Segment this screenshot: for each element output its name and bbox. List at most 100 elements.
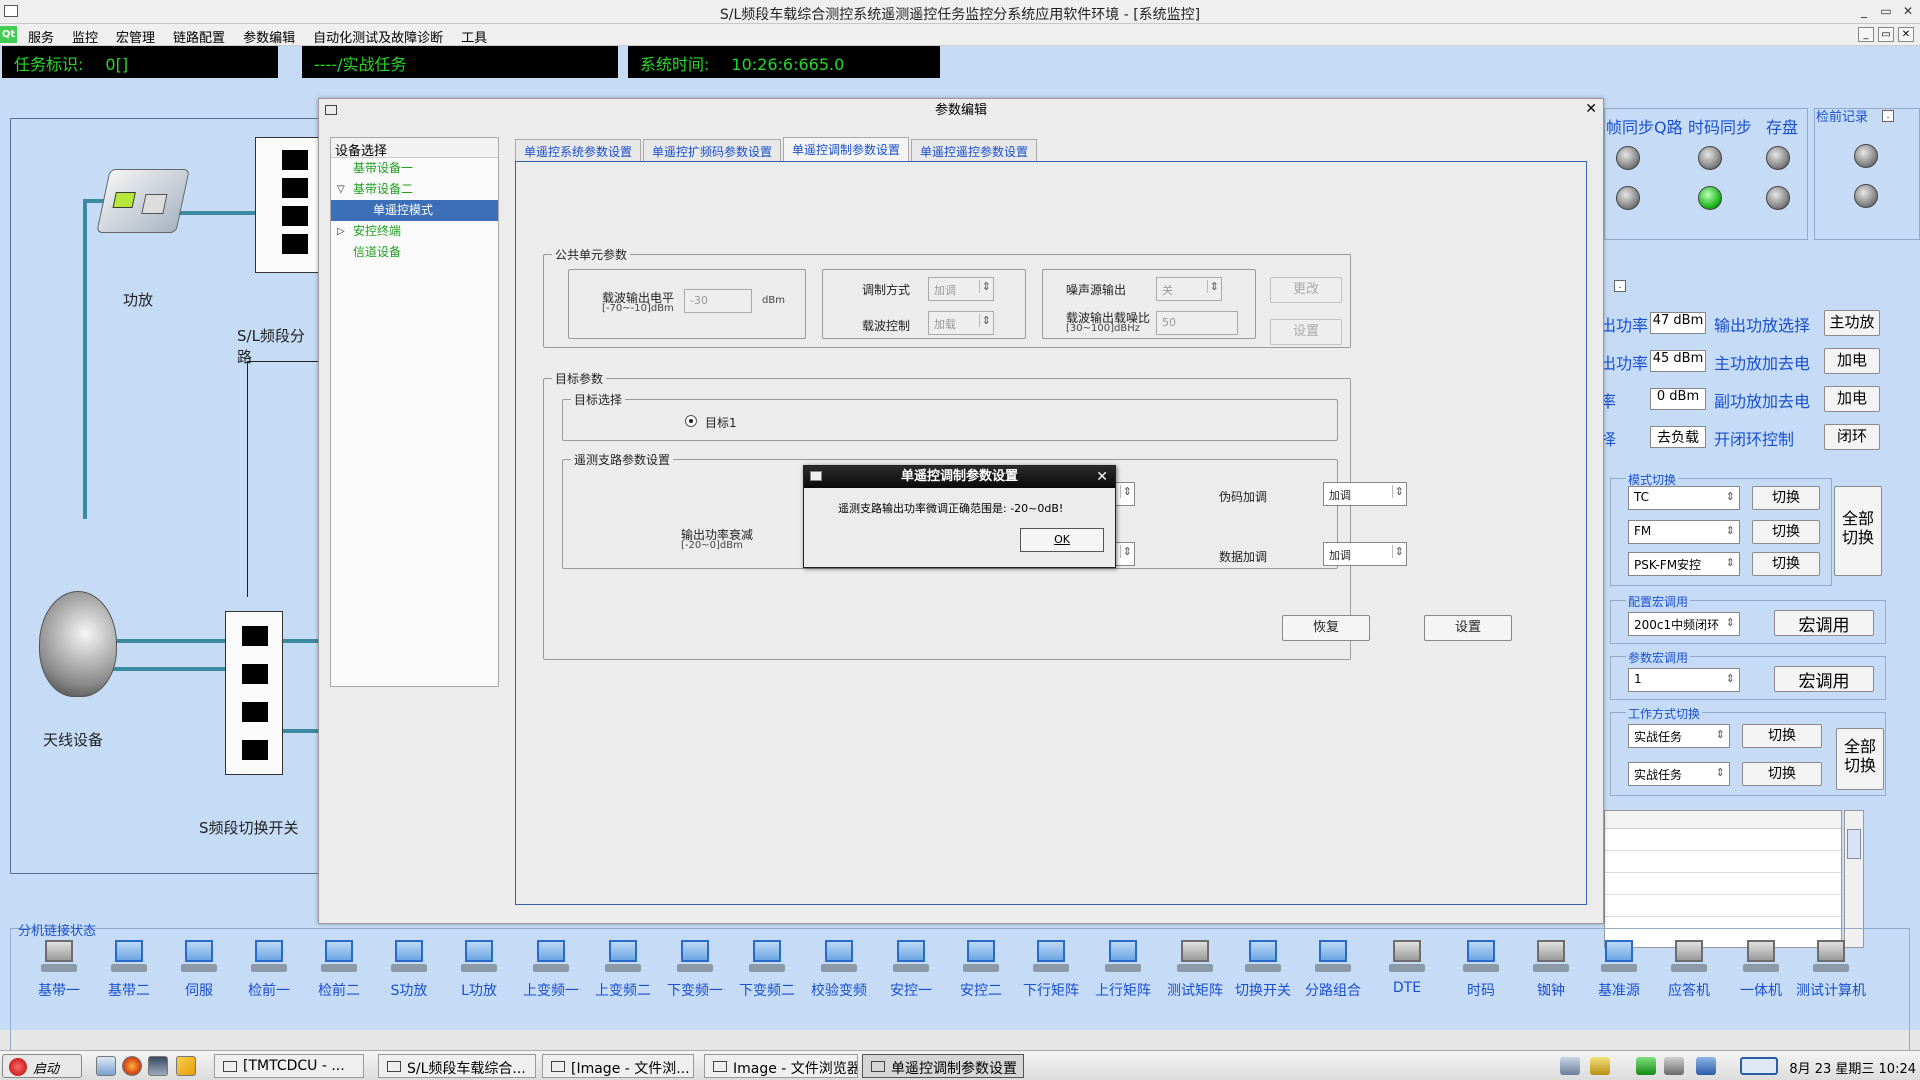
mode-switch-button-1[interactable]: 切换: [1752, 486, 1820, 510]
mdi-close-button[interactable]: ✕: [1898, 27, 1914, 42]
link-node[interactable]: 校验变频: [804, 940, 874, 1000]
target-set-button[interactable]: 设置: [1424, 615, 1512, 641]
menu-auto-test[interactable]: 自动化测试及故障诊断: [313, 27, 443, 46]
work-mode-switch-button-2[interactable]: 切换: [1742, 762, 1822, 786]
taskbar-btn-image-viewer-1[interactable]: [Image - 文件浏...: [542, 1054, 694, 1078]
message-box-close-button[interactable]: ✕: [1096, 466, 1108, 488]
expand-down-icon[interactable]: ▽: [337, 179, 345, 200]
tab-telecommand-params[interactable]: 单遥控遥控参数设置: [911, 139, 1038, 161]
link-node[interactable]: 伺服: [164, 940, 234, 1000]
link-node[interactable]: 时码: [1446, 940, 1516, 1000]
link-node[interactable]: 切换开关: [1228, 940, 1298, 1000]
menu-param-edit[interactable]: 参数编辑: [243, 27, 295, 46]
power-panel-toggle[interactable]: .: [1614, 280, 1626, 292]
tree-item-single-tc-mode[interactable]: 单遥控模式: [331, 200, 498, 221]
cn0-input[interactable]: 50: [1156, 311, 1238, 335]
work-mode-combo-1[interactable]: 实战任务: [1628, 724, 1730, 748]
link-node[interactable]: 安控二: [946, 940, 1016, 1000]
main-amp-power-button[interactable]: 加电: [1824, 348, 1880, 374]
clipboard-tray-icon[interactable]: [1590, 1057, 1610, 1075]
tab-modulation-params[interactable]: 单遥控调制参数设置: [783, 137, 910, 161]
link-node[interactable]: 上行矩阵: [1088, 940, 1158, 1000]
config-macro-combo[interactable]: 200c1中频闭环: [1628, 612, 1740, 636]
link-node[interactable]: L功放: [444, 940, 514, 1000]
mdi-minimize-button[interactable]: _: [1858, 27, 1874, 42]
mode-combo-2[interactable]: FM: [1628, 520, 1740, 544]
carrier-level-input[interactable]: -30: [684, 289, 752, 313]
display-tray-icon[interactable]: [1696, 1057, 1716, 1075]
menu-service[interactable]: 服务: [28, 27, 54, 46]
app-tray-icon[interactable]: [1636, 1057, 1656, 1075]
amplifier-icon[interactable]: [96, 169, 190, 233]
taskbar-btn-main-app[interactable]: S/L频段车载综合...: [378, 1054, 536, 1078]
minimize-button[interactable]: _: [1856, 4, 1872, 20]
tab-system-params[interactable]: 单遥控系统参数设置: [515, 139, 642, 161]
link-node[interactable]: 上变频二: [588, 940, 658, 1000]
tree-item-baseband-1[interactable]: 基带设备一: [331, 158, 498, 179]
link-node[interactable]: 上变频一: [516, 940, 586, 1000]
restore-button[interactable]: ▭: [1878, 4, 1894, 20]
change-button[interactable]: 更改: [1270, 277, 1342, 303]
tree-item-safety-terminal[interactable]: ▷ 安控终端: [331, 221, 498, 242]
tab-spread-code-params[interactable]: 单遥控扩频码参数设置: [643, 139, 782, 161]
check-record-toggle[interactable]: .: [1882, 110, 1894, 122]
splitter-icon[interactable]: [255, 137, 321, 273]
tree-item-baseband-2[interactable]: ▽ 基带设备二: [331, 179, 498, 200]
link-node[interactable]: 分路组合: [1298, 940, 1368, 1000]
expand-right-icon[interactable]: ▷: [337, 221, 345, 242]
link-node[interactable]: 安控一: [876, 940, 946, 1000]
menu-link-config[interactable]: 链路配置: [173, 27, 225, 46]
close-button[interactable]: ✕: [1900, 4, 1916, 20]
work-mode-all-switch-button[interactable]: 全部切换: [1836, 728, 1884, 790]
param-macro-combo[interactable]: 1: [1628, 668, 1740, 692]
desktop-switch-icon[interactable]: [1740, 1057, 1778, 1075]
link-node[interactable]: S功放: [374, 940, 444, 1000]
taskbar-btn-modulation-dialog[interactable]: 单遥控调制参数设置: [862, 1054, 1024, 1078]
target1-radio[interactable]: [685, 415, 697, 427]
param-dialog-close-button[interactable]: ✕: [1585, 101, 1597, 117]
noise-out-combo[interactable]: 关: [1156, 277, 1222, 301]
link-node[interactable]: 检前二: [304, 940, 374, 1000]
menu-tools[interactable]: 工具: [461, 27, 487, 46]
mode-all-switch-button[interactable]: 全部切换: [1834, 486, 1882, 576]
config-macro-call-button[interactable]: 宏调用: [1774, 610, 1874, 636]
link-node[interactable]: 测试矩阵: [1160, 940, 1230, 1000]
link-node[interactable]: 下行矩阵: [1016, 940, 1086, 1000]
volume-tray-icon[interactable]: [1664, 1057, 1684, 1075]
firefox-icon[interactable]: [122, 1056, 142, 1076]
mode-switch-button-2[interactable]: 切换: [1752, 520, 1820, 544]
common-set-button[interactable]: 设置: [1270, 319, 1342, 345]
link-node[interactable]: 下变频二: [732, 940, 802, 1000]
link-node[interactable]: 基准源: [1584, 940, 1654, 1000]
taskbar-btn-image-viewer-2[interactable]: Image - 文件浏览器: [704, 1054, 858, 1078]
mode-switch-button-3[interactable]: 切换: [1752, 552, 1820, 576]
link-node[interactable]: 基带一: [24, 940, 94, 1000]
tree-item-channel-device[interactable]: 信道设备: [331, 242, 498, 263]
mdi-restore-button[interactable]: ▭: [1878, 27, 1894, 42]
menu-monitor[interactable]: 监控: [72, 27, 98, 46]
taskbar-btn-tmtcdcu[interactable]: [TMTCDCU - ...: [214, 1054, 364, 1078]
s-band-switch-icon[interactable]: [225, 611, 283, 775]
mod-mode-combo[interactable]: 加调: [928, 277, 994, 301]
terminal-icon[interactable]: [148, 1056, 168, 1076]
link-node[interactable]: 铷钟: [1516, 940, 1586, 1000]
antenna-icon[interactable]: [39, 591, 117, 697]
loop-control-button[interactable]: 闭环: [1824, 424, 1880, 450]
param-macro-call-button[interactable]: 宏调用: [1774, 666, 1874, 692]
link-node[interactable]: 下变频一: [660, 940, 730, 1000]
file-manager-icon[interactable]: [96, 1056, 116, 1076]
link-node[interactable]: DTE: [1372, 940, 1442, 996]
work-mode-switch-button-1[interactable]: 切换: [1742, 724, 1822, 748]
output-amp-select-button[interactable]: 主功放: [1824, 310, 1880, 336]
work-mode-combo-2[interactable]: 实战任务: [1628, 762, 1730, 786]
link-node[interactable]: 检前一: [234, 940, 304, 1000]
pn-mod-combo[interactable]: 加调: [1323, 482, 1407, 506]
menu-macro[interactable]: 宏管理: [116, 27, 155, 46]
mode-combo-3[interactable]: PSK-FM安控: [1628, 552, 1740, 576]
link-node[interactable]: 基带二: [94, 940, 164, 1000]
sub-amp-power-button[interactable]: 加电: [1824, 386, 1880, 412]
editor-icon[interactable]: [176, 1056, 196, 1076]
link-node[interactable]: 测试计算机: [1796, 940, 1866, 1000]
link-node[interactable]: 应答机: [1654, 940, 1724, 1000]
restore-button[interactable]: 恢复: [1282, 615, 1370, 641]
